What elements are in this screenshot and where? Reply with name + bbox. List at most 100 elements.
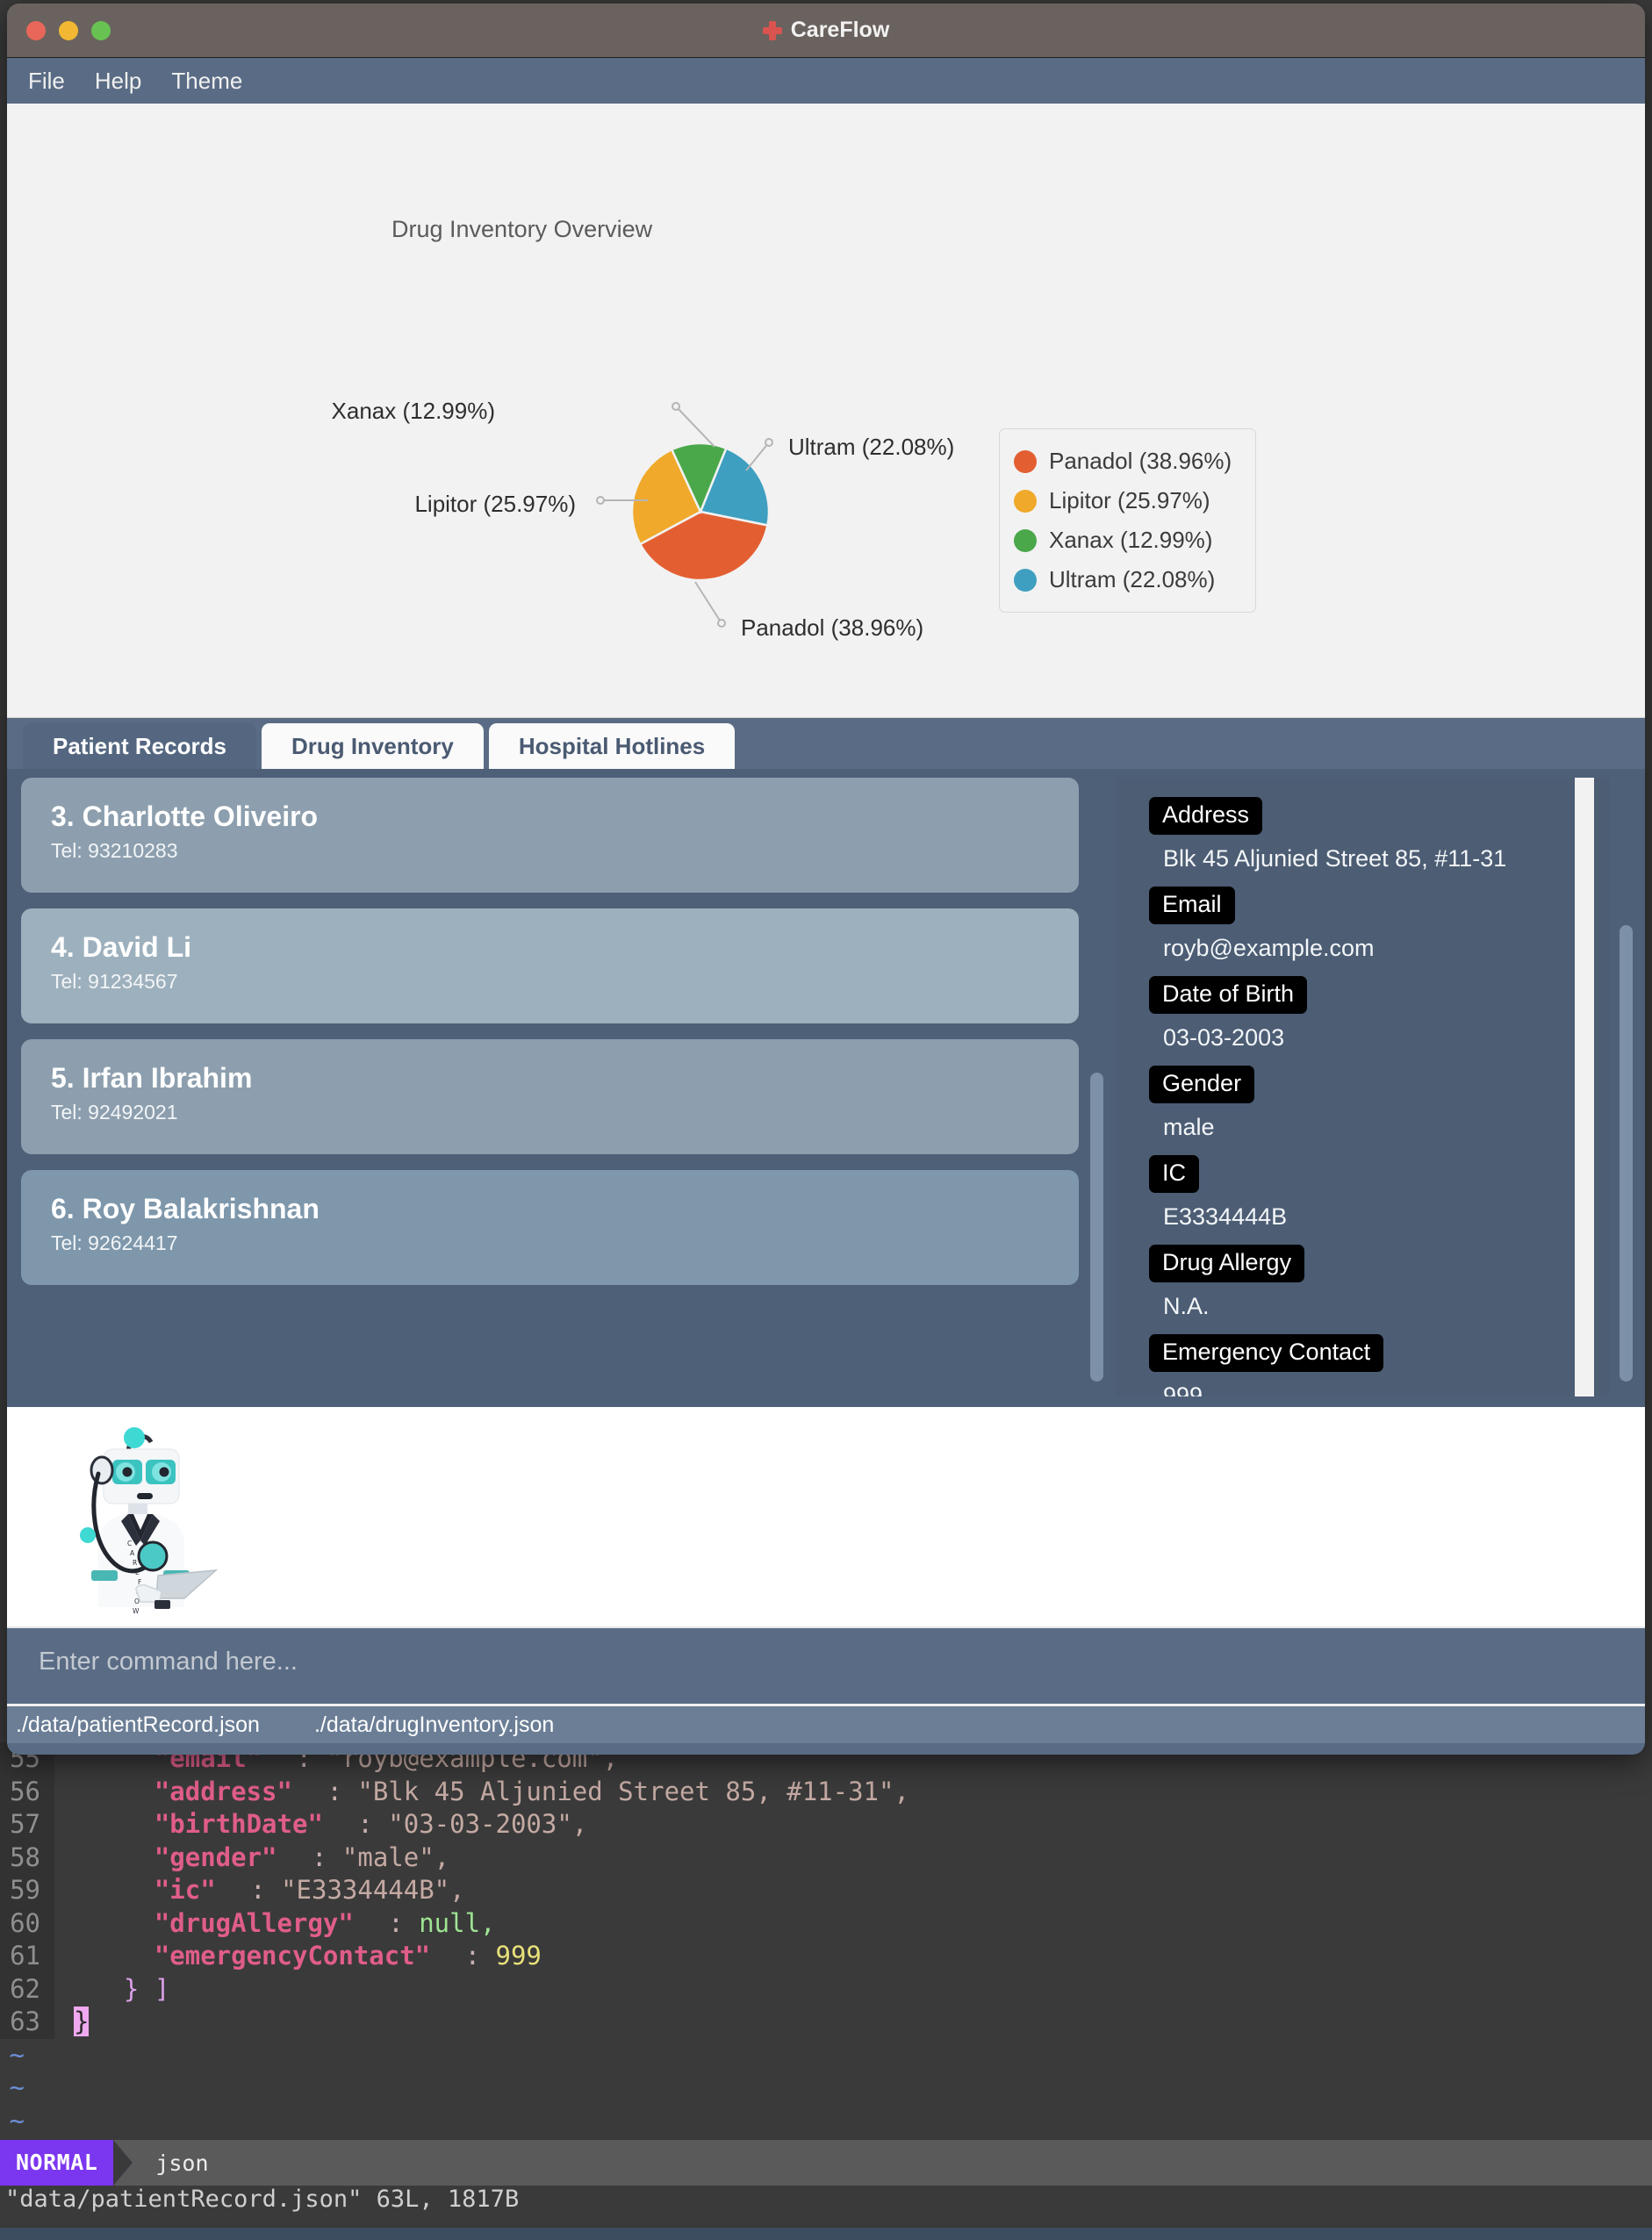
detail-field: Emergency Contact: [1149, 1334, 1610, 1375]
detail-field-value: Blk 45 Aljunied Street 85, #11-31: [1163, 845, 1507, 872]
detail-panel-scrollbar-thumb[interactable]: [1575, 778, 1594, 1396]
callout-anchor-dot: [672, 402, 680, 411]
legend-color-swatch-lipitor: [1014, 489, 1037, 513]
detail-field-tag: Date of Birth: [1149, 976, 1308, 1014]
patient-tel: Tel: 92624417: [51, 1231, 178, 1254]
menu-item-theme[interactable]: Theme: [171, 68, 242, 95]
patient-name: 3. Charlotte Oliveiro: [51, 801, 319, 832]
detail-outer-scrollbar[interactable]: [1617, 778, 1634, 1396]
pie-slices[interactable]: [630, 442, 771, 582]
tilde-marker: ~: [9, 2039, 25, 2070]
legend-item[interactable]: Ultram (22.08%): [1014, 560, 1241, 599]
terminal-line: 61 "emergencyContact" : 999: [0, 1940, 1652, 1973]
detail-field: Address: [1149, 797, 1610, 838]
detail-field-value: male: [1163, 1114, 1215, 1140]
terminal-empty-line: ~: [0, 2105, 1652, 2138]
patient-card[interactable]: 5. Irfan Ibrahim Tel: 92492021: [21, 1039, 1079, 1154]
vim-mode-arrow-inner-icon: [113, 2140, 133, 2186]
detail-panel-scrollbar[interactable]: [1575, 778, 1594, 1396]
terminal-empty-lines: ~ ~ ~: [0, 2039, 1652, 2138]
patient-card[interactable]: 3. Charlotte Oliveiro Tel: 93210283: [21, 778, 1079, 893]
window-title-bar[interactable]: CareFlow: [7, 4, 1645, 58]
patient-list[interactable]: 3. Charlotte Oliveiro Tel: 93210283 4. Dav…: [21, 778, 1079, 1396]
terminal-line: 62 } ]: [0, 1972, 1652, 2006]
window-controls[interactable]: [26, 21, 111, 40]
legend-color-swatch-xanax: [1014, 528, 1037, 552]
callout-anchor-dot: [765, 438, 773, 447]
patient-tel: Tel: 92492021: [51, 1101, 178, 1124]
tilde-marker: ~: [9, 2072, 25, 2102]
legend-color-swatch-ultram: [1014, 568, 1037, 592]
medical-cross-icon: [762, 20, 782, 40]
callout-anchor-dot: [596, 496, 605, 505]
patient-card[interactable]: 6. Roy Balakrishnan Tel: 92624417: [21, 1170, 1079, 1285]
pie-callout-label-panadol: Panadol (38.96%): [741, 614, 923, 641]
file-path-drug-inventory[interactable]: ./data/drugInventory.json: [314, 1712, 554, 1738]
terminal-line-content: "address" : "Blk 45 Aljunied Street 85, …: [154, 1776, 909, 1806]
terminal-line-number: 63: [0, 2006, 54, 2039]
detail-field-tag: Emergency Contact: [1149, 1334, 1384, 1372]
terminal-line-content: }: [74, 2007, 90, 2036]
window-title-group: CareFlow: [762, 18, 889, 43]
menu-item-help[interactable]: Help: [95, 68, 141, 95]
careflow-app-window: CareFlow File Help Theme Drug Inventory …: [7, 4, 1645, 1755]
file-path-patient-record[interactable]: ./data/patientRecord.json: [16, 1712, 260, 1738]
pie-callout-label-ultram: Ultram (22.08%): [788, 434, 954, 460]
terminal-line-number: 61: [0, 1940, 54, 1973]
pie-callout-label-xanax: Xanax (12.99%): [332, 398, 495, 424]
terminal-line: 56 "address" : "Blk 45 Aljunied Street 8…: [0, 1775, 1652, 1808]
detail-field: Gender: [1149, 1066, 1610, 1107]
legend-label: Ultram (22.08%): [1049, 566, 1216, 592]
patient-card[interactable]: 4. David Li Tel: 91234567: [21, 908, 1079, 1023]
tilde-marker: ~: [9, 2105, 25, 2136]
detail-field-tag: Gender: [1149, 1066, 1255, 1103]
callout-leader-line: [745, 442, 770, 471]
terminal-lines: 55 "email" : "royb@example.com", 56 "addr…: [0, 1742, 1652, 2039]
terminal-line-content: "birthDate" : "03-03-2003",: [154, 1809, 588, 1839]
terminal-line: 58 "gender" : "male",: [0, 1841, 1652, 1874]
detail-field-tag: Drug Allergy: [1149, 1245, 1305, 1282]
legend-color-swatch-panadol: [1014, 449, 1037, 473]
terminal-line-content: "ic" : "E3334444B",: [154, 1875, 465, 1905]
close-button[interactable]: [26, 21, 46, 40]
pie-chart[interactable]: Xanax (12.99%) Ultram (22.08%) Lipitor (25…: [7, 104, 1645, 718]
terminal-line-content: } ]: [123, 1973, 170, 2004]
legend-item[interactable]: Xanax (12.99%): [1014, 521, 1241, 560]
terminal-line: 63}: [0, 2006, 1652, 2039]
legend-item[interactable]: Lipitor (25.97%): [1014, 481, 1241, 521]
vim-mode-badge: NORMAL: [0, 2140, 114, 2186]
detail-field-value: royb@example.com: [1163, 935, 1375, 961]
tab-patient-records[interactable]: Patient Records: [23, 723, 256, 769]
tab-drug-inventory[interactable]: Drug Inventory: [261, 723, 484, 769]
vim-command-line: "data/patientRecord.json" 63L, 1817B: [5, 2186, 520, 2213]
terminal-line: 57 "birthDate" : "03-03-2003",: [0, 1808, 1652, 1842]
tab-hospital-hotlines[interactable]: Hospital Hotlines: [488, 723, 736, 769]
mascot-panel: C A R E F L O W: [7, 1407, 1645, 1626]
command-bar: [7, 1626, 1645, 1704]
maximize-button[interactable]: [91, 21, 111, 40]
vim-filetype-label: json: [155, 2150, 209, 2176]
detail-field-value: 999: [1163, 1382, 1203, 1396]
detail-field-value: 03-03-2003: [1163, 1024, 1285, 1051]
careflow-robot-doctor-icon: C A R E F L O W: [80, 1427, 219, 1615]
detail-outer-scrollbar-thumb[interactable]: [1620, 925, 1633, 1382]
patient-list-scrollbar-thumb[interactable]: [1090, 1073, 1103, 1382]
legend-item[interactable]: Panadol (38.96%): [1014, 442, 1241, 481]
minimize-button[interactable]: [59, 21, 78, 40]
menu-item-file[interactable]: File: [28, 68, 65, 95]
patient-detail-panel: Address Blk 45 Aljunied Street 85, #11-31…: [1116, 778, 1610, 1396]
terminal-empty-line: ~: [0, 2039, 1652, 2072]
detail-field-tag: Email: [1149, 887, 1235, 924]
svg-text:A: A: [130, 1549, 135, 1557]
detail-field-value: N.A.: [1163, 1293, 1210, 1319]
terminal-line-number: 56: [0, 1775, 54, 1808]
command-input[interactable]: [39, 1648, 1268, 1676]
terminal-line-number: 59: [0, 1874, 54, 1907]
patient-tel: Tel: 93210283: [51, 839, 178, 862]
detail-field: Email: [1149, 887, 1610, 928]
detail-field: IC: [1149, 1155, 1610, 1196]
terminal-line-number: 58: [0, 1841, 54, 1874]
patient-list-scrollbar[interactable]: [1088, 778, 1105, 1396]
patient-name: 6. Roy Balakrishnan: [51, 1193, 320, 1224]
terminal-empty-line: ~: [0, 2071, 1652, 2105]
